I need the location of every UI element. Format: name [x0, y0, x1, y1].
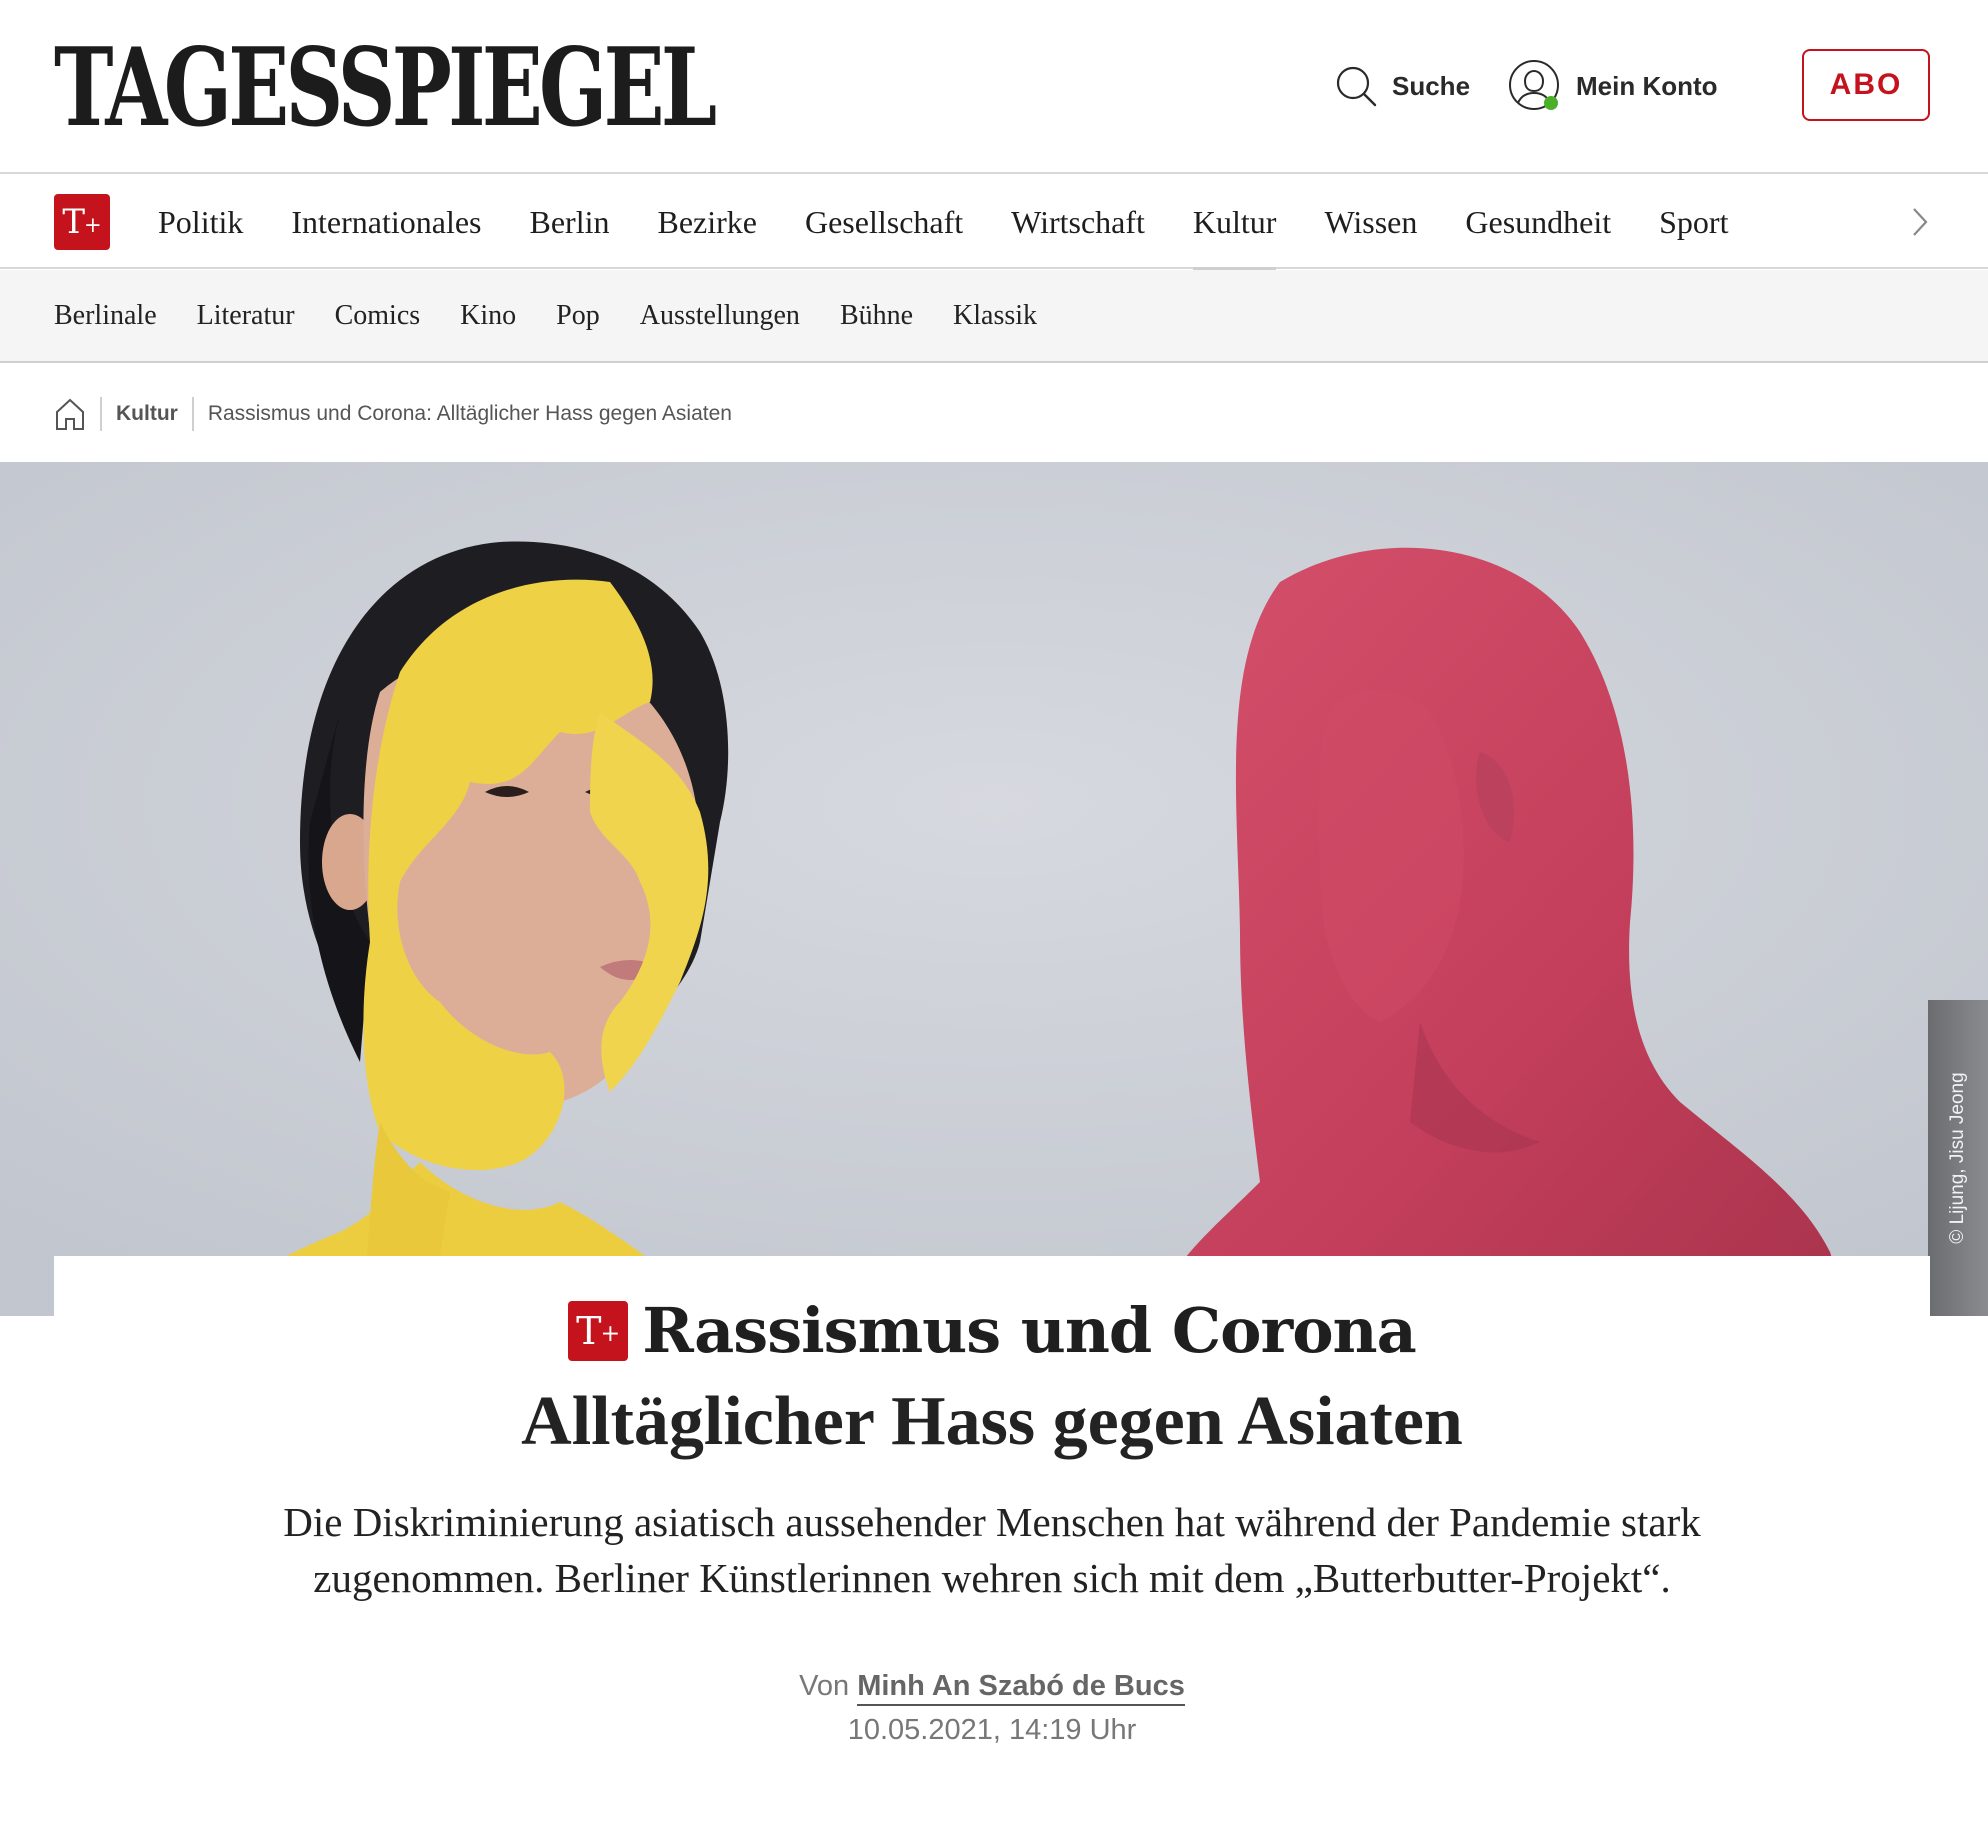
breadcrumb: Kultur Rassismus und Corona: Alltägliche…	[54, 392, 732, 436]
photo-credit: © Lijung, Jisu Jeong	[1947, 1072, 1968, 1244]
user-icon	[1509, 60, 1559, 110]
abo-button[interactable]: ABO	[1802, 49, 1930, 121]
teaser-line-2: zugenommen. Berliner Künstlerinnen wehre…	[313, 1555, 1671, 1601]
nav-items: Politik Internationales Berlin Bezirke G…	[158, 176, 1776, 271]
site-logo[interactable]: TAGESSPIEGEL	[54, 34, 717, 142]
subnav-item-comics[interactable]: Comics	[335, 300, 421, 332]
nav-scroll-right-button[interactable]	[1900, 202, 1940, 242]
hero-photo	[0, 462, 1988, 1316]
article-kicker: Rassismus und Corona	[642, 1294, 1417, 1367]
chevron-right-icon	[1913, 208, 1928, 236]
search-button[interactable]: Suche	[1334, 58, 1470, 114]
tplus-badge: T +	[568, 1300, 629, 1361]
subnav-item-buehne[interactable]: Bühne	[840, 300, 913, 332]
site-header: TAGESSPIEGEL Suche Mein Konto ABO	[0, 0, 1988, 174]
nav-item-internationales[interactable]: Internationales	[291, 176, 481, 269]
subnav-item-pop[interactable]: Pop	[556, 300, 600, 332]
account-button[interactable]: Mein Konto	[1508, 58, 1718, 114]
search-icon	[1336, 66, 1377, 107]
subnav-item-kino[interactable]: Kino	[460, 300, 516, 332]
nav-item-gesellschaft[interactable]: Gesellschaft	[805, 176, 963, 269]
nav-item-wissen[interactable]: Wissen	[1324, 176, 1417, 269]
tplus-badge[interactable]: T +	[54, 194, 110, 250]
teaser-line-1: Die Diskriminierung asiatisch aussehende…	[283, 1499, 1701, 1545]
article-title: Alltäglicher Hass gegen Asiaten	[521, 1383, 1463, 1460]
article-teaser: Die Diskriminierung asiatisch aussehende…	[174, 1494, 1810, 1606]
nav-item-politik[interactable]: Politik	[158, 176, 243, 269]
author-link[interactable]: Minh An Szabó de Bucs	[857, 1670, 1185, 1706]
breadcrumb-separator	[100, 397, 102, 431]
search-label: Suche	[1392, 70, 1471, 101]
home-icon	[56, 398, 84, 430]
nav-item-gesundheit[interactable]: Gesundheit	[1465, 176, 1611, 269]
nav-item-bezirke[interactable]: Bezirke	[657, 176, 757, 269]
headline-row: T + Rassismus und Corona	[54, 1294, 1930, 1367]
online-status-dot	[1544, 96, 1558, 110]
account-label: Mein Konto	[1576, 70, 1718, 101]
subnav-item-berlinale[interactable]: Berlinale	[54, 300, 157, 332]
subnav-item-klassik[interactable]: Klassik	[953, 300, 1037, 332]
byline-prefix: Von	[799, 1670, 850, 1702]
breadcrumb-section[interactable]: Kultur	[116, 402, 178, 426]
breadcrumb-current: Rassismus und Corona: Alltäglicher Hass …	[207, 402, 732, 425]
article-byline: Von Minh An Szabó de Bucs	[54, 1670, 1930, 1706]
breadcrumb-separator	[191, 397, 194, 431]
nav-fade	[1790, 176, 1890, 266]
article-date: 10.05.2021, 14:19 Uhr	[847, 1714, 1137, 1746]
article-header: T + Rassismus und Corona Alltäglicher Has…	[54, 1256, 1930, 1840]
subnav-items: Berlinale Literatur Comics Kino Pop Auss…	[54, 270, 1077, 361]
sub-navigation: Berlinale Literatur Comics Kino Pop Auss…	[0, 270, 1988, 363]
nav-item-berlin[interactable]: Berlin	[530, 176, 610, 269]
hero-image	[0, 462, 1988, 1316]
main-navigation: T + Politik Internationales Berlin Bezirk…	[0, 176, 1988, 271]
nav-item-wirtschaft[interactable]: Wirtschaft	[1011, 176, 1145, 269]
subnav-item-literatur[interactable]: Literatur	[197, 300, 295, 332]
breadcrumb-home[interactable]	[54, 397, 86, 431]
nav-item-sport[interactable]: Sport	[1659, 176, 1728, 269]
nav-item-kultur[interactable]: Kultur	[1192, 176, 1276, 271]
subnav-item-ausstellungen[interactable]: Ausstellungen	[640, 300, 800, 332]
